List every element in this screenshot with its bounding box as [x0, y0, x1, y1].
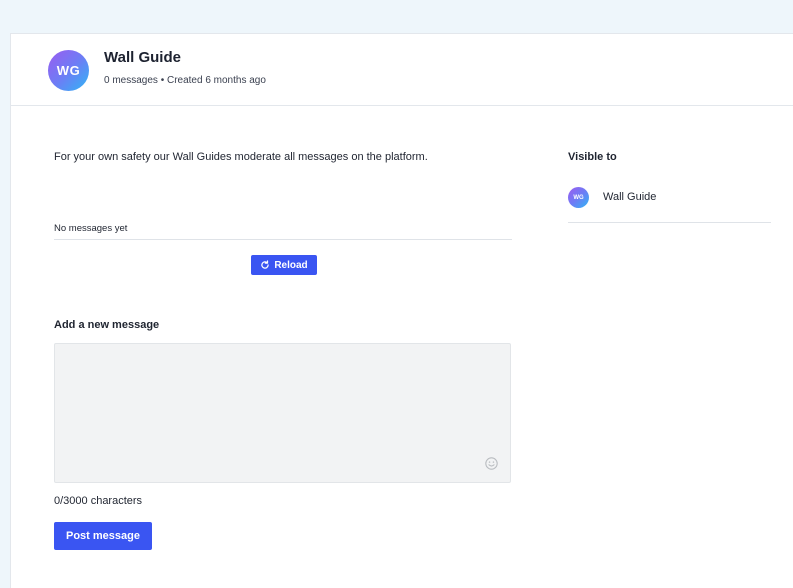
visible-to-heading: Visible to [568, 151, 617, 163]
conversation-header: WG Wall Guide 0 messages • Created 6 mon… [11, 34, 793, 106]
empty-messages-text: No messages yet [54, 223, 512, 240]
conversation-title: Wall Guide [104, 49, 181, 66]
add-message-heading: Add a new message [54, 319, 160, 331]
reload-icon [261, 260, 270, 269]
conversation-card: WG Wall Guide 0 messages • Created 6 mon… [10, 33, 793, 588]
member-avatar: WG [568, 187, 589, 208]
moderation-notice: For your own safety our Wall Guides mode… [54, 151, 428, 163]
reload-button[interactable]: Reload [251, 255, 317, 275]
visible-to-member: WG Wall Guide [568, 184, 771, 223]
message-input-wrapper [54, 343, 511, 483]
member-name: Wall Guide [603, 191, 657, 203]
reload-button-label: Reload [274, 259, 308, 271]
emoji-icon[interactable] [485, 457, 498, 470]
character-count: 0/3000 characters [54, 495, 143, 507]
conversation-meta: 0 messages • Created 6 months ago [104, 75, 266, 86]
message-input[interactable] [55, 344, 510, 482]
avatar: WG [48, 50, 89, 91]
post-message-button[interactable]: Post message [54, 522, 152, 550]
